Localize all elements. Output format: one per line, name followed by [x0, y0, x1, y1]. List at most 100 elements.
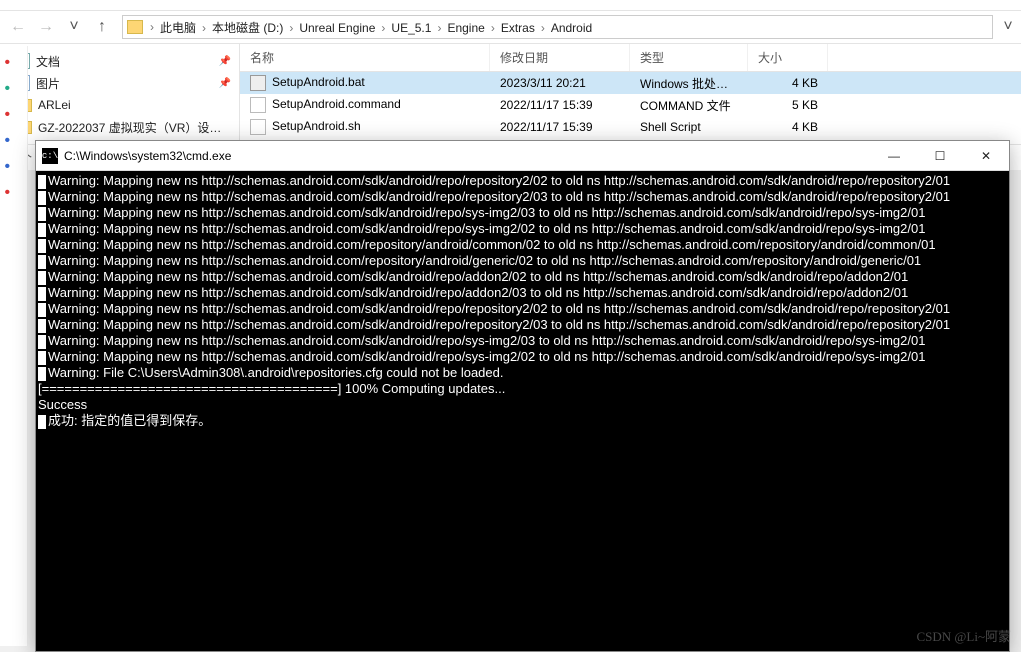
file-size-cell: 4 KB — [748, 120, 828, 134]
console-line: Success — [38, 397, 1007, 413]
ribbon-placeholder — [0, 0, 1021, 10]
strip-icon[interactable]: • — [5, 80, 23, 98]
nav-up-button[interactable]: ↑ — [90, 15, 114, 39]
file-name-cell: SetupAndroid.command — [240, 97, 490, 113]
title-bar[interactable]: c:\ C:\Windows\system32\cmd.exe — ☐ ✕ — [36, 141, 1009, 171]
col-size[interactable]: 大小 — [748, 44, 828, 71]
breadcrumb[interactable]: › 此电脑 ›本地磁盘 (D:)›Unreal Engine›UE_5.1›En… — [122, 15, 993, 39]
breadcrumb-segment[interactable]: Unreal Engine — [296, 21, 378, 35]
line-marker — [38, 303, 46, 317]
watermark: CSDN @Li~阿蒙 — [917, 626, 1012, 645]
console-line: Warning: Mapping new ns http://schemas.a… — [38, 189, 1007, 205]
console-line: Warning: File C:\Users\Admin308\.android… — [38, 365, 1007, 381]
chevron-right-icon: › — [286, 21, 296, 35]
line-marker — [38, 351, 46, 365]
tree-item-label: GZ-2022037 虚拟现实（VR）设… — [38, 119, 221, 136]
table-row[interactable]: SetupAndroid.command2022/11/17 15:39COMM… — [240, 94, 1021, 116]
cmd-icon: c:\ — [42, 148, 58, 164]
file-icon — [250, 119, 266, 135]
breadcrumb-segment[interactable]: Engine — [444, 21, 487, 35]
line-marker — [38, 239, 46, 253]
strip-icon[interactable]: • — [5, 132, 23, 150]
nav-tree: 文档图片 ARLei GZ-2022037 虚拟现实（VR）设… — [0, 44, 240, 144]
breadcrumb-segment[interactable]: UE_5.1 — [388, 21, 434, 35]
tree-item[interactable]: 文档 — [8, 50, 231, 72]
console-line: Warning: Mapping new ns http://schemas.a… — [38, 205, 1007, 221]
strip-icon[interactable]: • — [5, 158, 23, 176]
file-type-cell: COMMAND 文件 — [630, 97, 748, 114]
maximize-button[interactable]: ☐ — [917, 141, 963, 171]
file-date-cell: 2022/11/17 15:39 — [490, 120, 630, 134]
file-icon — [250, 75, 266, 91]
line-marker — [38, 287, 46, 301]
console-line: Warning: Mapping new ns http://schemas.a… — [38, 253, 1007, 269]
breadcrumb-root[interactable]: 此电脑 — [157, 19, 199, 36]
chevron-right-icon: › — [378, 21, 388, 35]
window-title: C:\Windows\system32\cmd.exe — [64, 149, 871, 163]
breadcrumb-segment[interactable]: 本地磁盘 (D:) — [209, 21, 286, 35]
strip-icon[interactable]: • — [5, 54, 23, 72]
address-bar: ← → ˅ ↑ › 此电脑 ›本地磁盘 (D:)›Unreal Engine›U… — [0, 10, 1021, 44]
line-marker — [38, 319, 46, 333]
file-name-cell: SetupAndroid.sh — [240, 119, 490, 135]
col-type[interactable]: 类型 — [630, 44, 748, 71]
minimize-button[interactable]: — — [871, 141, 917, 171]
line-marker — [38, 335, 46, 349]
close-button[interactable]: ✕ — [963, 141, 1009, 171]
console-line: Warning: Mapping new ns http://schemas.a… — [38, 317, 1007, 333]
chevron-right-icon: › — [199, 21, 209, 35]
console-line: Warning: Mapping new ns http://schemas.a… — [38, 333, 1007, 349]
strip-icon[interactable]: • — [5, 184, 23, 202]
nav-forward-button[interactable]: → — [34, 15, 58, 39]
console-line: [=======================================… — [38, 381, 1007, 397]
file-type-cell: Shell Script — [630, 120, 748, 134]
cmd-window: c:\ C:\Windows\system32\cmd.exe — ☐ ✕ Wa… — [35, 140, 1010, 652]
line-marker — [38, 415, 46, 429]
nav-recent-button[interactable]: ˅ — [62, 15, 86, 39]
tree-item[interactable]: ARLei — [8, 94, 231, 116]
file-size-cell: 5 KB — [748, 98, 828, 112]
console-line: Warning: Mapping new ns http://schemas.a… — [38, 221, 1007, 237]
line-marker — [38, 207, 46, 221]
column-headers: 名称 修改日期 类型 大小 — [240, 44, 1021, 72]
tree-item-label: 图片 — [36, 75, 60, 92]
console-output[interactable]: Warning: Mapping new ns http://schemas.a… — [36, 171, 1009, 651]
file-type-cell: Windows 批处理… — [630, 75, 748, 92]
chevron-right-icon: › — [488, 21, 498, 35]
table-row[interactable]: SetupAndroid.bat2023/3/11 20:21Windows 批… — [240, 72, 1021, 94]
table-row[interactable]: SetupAndroid.sh2022/11/17 15:39Shell Scr… — [240, 116, 1021, 138]
line-marker — [38, 255, 46, 269]
nav-back-button[interactable]: ← — [6, 15, 30, 39]
console-line: Warning: Mapping new ns http://schemas.a… — [38, 237, 1007, 253]
console-line: Warning: Mapping new ns http://schemas.a… — [38, 269, 1007, 285]
line-marker — [38, 271, 46, 285]
tree-item[interactable]: 图片 — [8, 72, 231, 94]
console-line: Warning: Mapping new ns http://schemas.a… — [38, 349, 1007, 365]
left-sidebar-strip: • • • • • • — [0, 46, 28, 646]
folder-icon — [127, 20, 143, 34]
file-name-cell: SetupAndroid.bat — [240, 75, 490, 91]
address-dropdown-button[interactable]: ˅ — [999, 18, 1017, 36]
chevron-right-icon: › — [538, 21, 548, 35]
line-marker — [38, 191, 46, 205]
console-line: Warning: Mapping new ns http://schemas.a… — [38, 173, 1007, 189]
file-date-cell: 2023/3/11 20:21 — [490, 76, 630, 90]
console-line: Warning: Mapping new ns http://schemas.a… — [38, 301, 1007, 317]
tree-item[interactable]: GZ-2022037 虚拟现实（VR）设… — [8, 116, 231, 138]
breadcrumb-segment[interactable]: Extras — [498, 21, 538, 35]
tree-item-label: 文档 — [36, 53, 60, 70]
console-line: 成功: 指定的值已得到保存。 — [38, 413, 1007, 429]
chevron-right-icon: › — [147, 20, 157, 34]
line-marker — [38, 175, 46, 189]
file-icon — [250, 97, 266, 113]
file-size-cell: 4 KB — [748, 76, 828, 90]
chevron-right-icon: › — [434, 21, 444, 35]
file-list: 名称 修改日期 类型 大小 SetupAndroid.bat2023/3/11 … — [240, 44, 1021, 144]
col-date[interactable]: 修改日期 — [490, 44, 630, 71]
breadcrumb-segment[interactable]: Android — [548, 21, 595, 35]
line-marker — [38, 223, 46, 237]
console-line: Warning: Mapping new ns http://schemas.a… — [38, 285, 1007, 301]
col-name[interactable]: 名称 — [240, 44, 490, 71]
file-date-cell: 2022/11/17 15:39 — [490, 98, 630, 112]
strip-icon[interactable]: • — [5, 106, 23, 124]
